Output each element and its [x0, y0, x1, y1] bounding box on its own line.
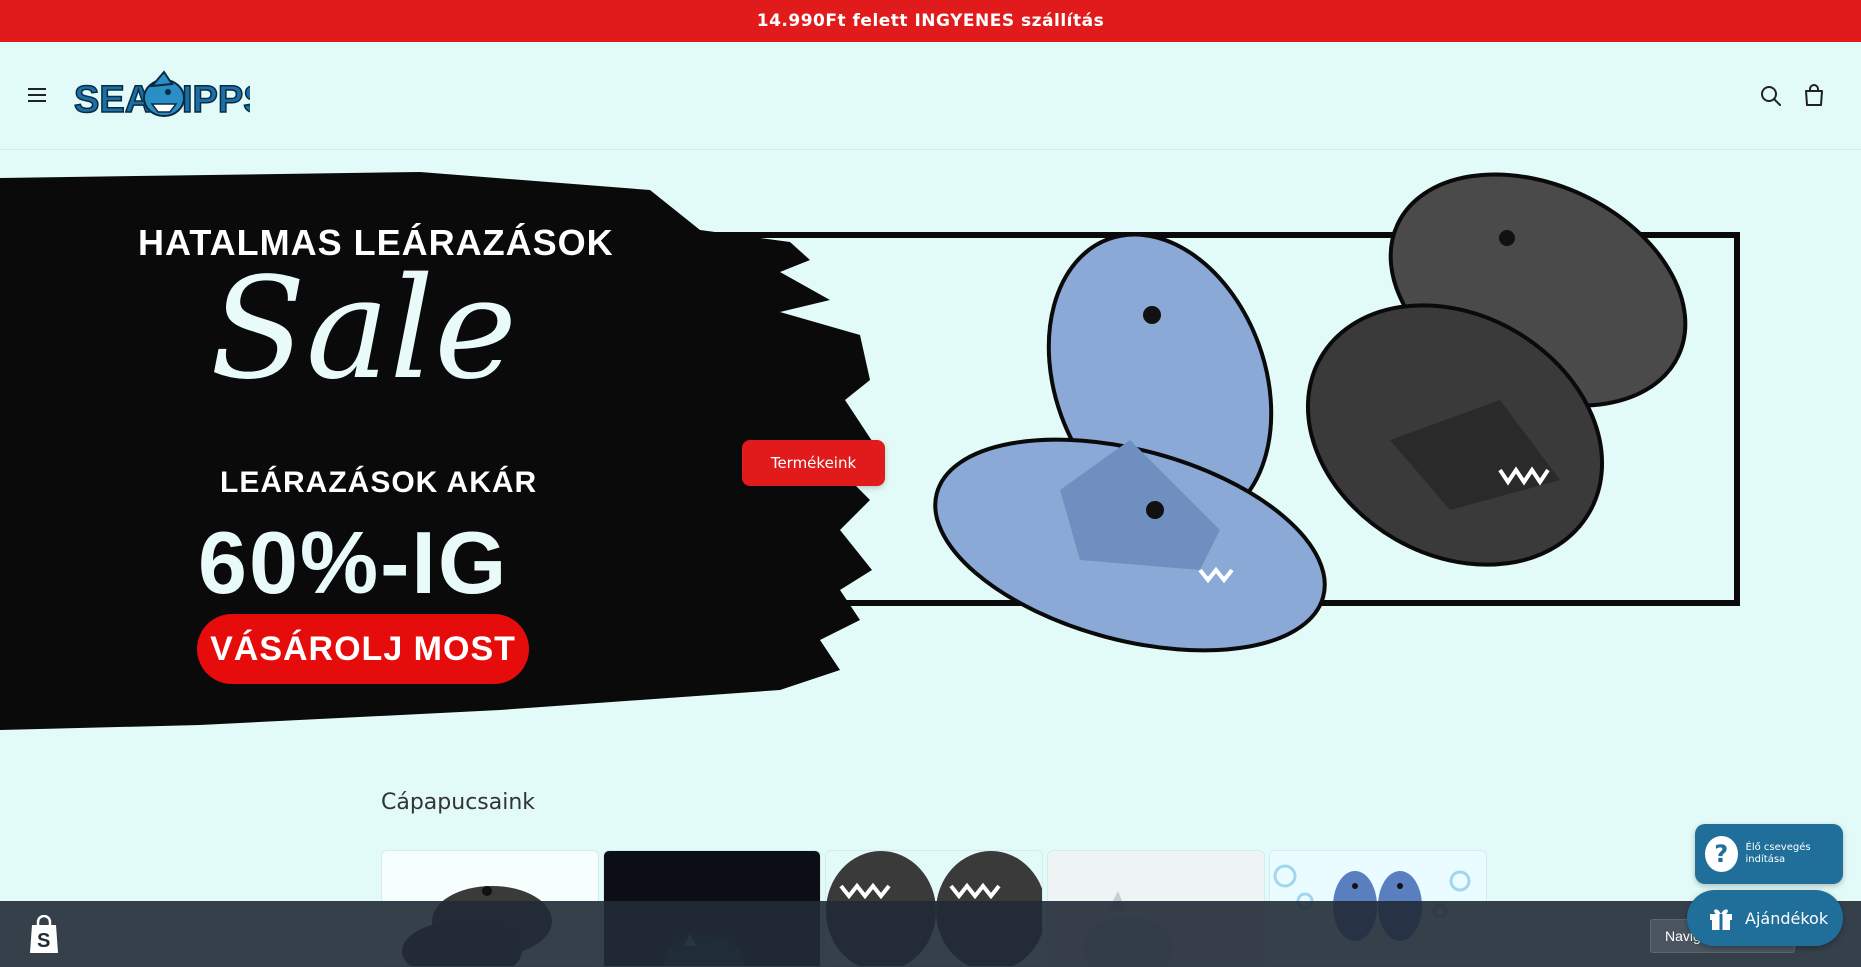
- gifts-widget[interactable]: Ajándékok: [1687, 890, 1843, 946]
- hero-banner: HATALMAS LEÁRAZÁSOK Sale LEÁRAZÁSOK AKÁR…: [0, 150, 1861, 755]
- menu-button[interactable]: [28, 84, 54, 106]
- search-button[interactable]: [1757, 82, 1785, 110]
- collection-title: Cápapucsaink: [381, 790, 536, 815]
- cart-button[interactable]: [1800, 82, 1828, 110]
- products-button[interactable]: Termékeink: [742, 440, 885, 486]
- site-logo[interactable]: SEAS IPPS: [72, 68, 269, 128]
- shopify-preview-bar: S Navigáció: [0, 901, 1861, 967]
- announcement-bar: 14.990Ft felett INGYENES szállítás: [0, 0, 1861, 42]
- svg-text:S: S: [37, 930, 50, 952]
- site-header: SEAS IPPS: [0, 42, 1861, 150]
- blue-shark-slipper-image: [933, 232, 1327, 653]
- cart-icon: [1805, 84, 1823, 106]
- gift-icon: [1710, 909, 1732, 930]
- question-mark-icon: ?: [1705, 836, 1738, 872]
- shopify-bag-icon[interactable]: S: [26, 915, 62, 955]
- hero-sale-word: Sale: [210, 248, 518, 411]
- live-chat-widget[interactable]: ? Élő csevegés indítása: [1695, 824, 1843, 884]
- hero-discount-percent: 60%-IG: [198, 513, 509, 612]
- logo-text-2: IPPS: [182, 79, 250, 121]
- hamburger-icon: [28, 88, 54, 102]
- chat-label: Élő csevegés indítása: [1745, 842, 1811, 865]
- hero-shop-now-graphic: VÁSÁROLJ MOST: [197, 614, 529, 684]
- announcement-text: 14.990Ft felett INGYENES szállítás: [756, 11, 1105, 31]
- gifts-label: Ajándékok: [1745, 908, 1829, 928]
- hero-subline: LEÁRAZÁSOK AKÁR: [220, 466, 538, 499]
- grey-shark-slipper-image: [1305, 172, 1688, 567]
- search-icon: [1761, 86, 1781, 106]
